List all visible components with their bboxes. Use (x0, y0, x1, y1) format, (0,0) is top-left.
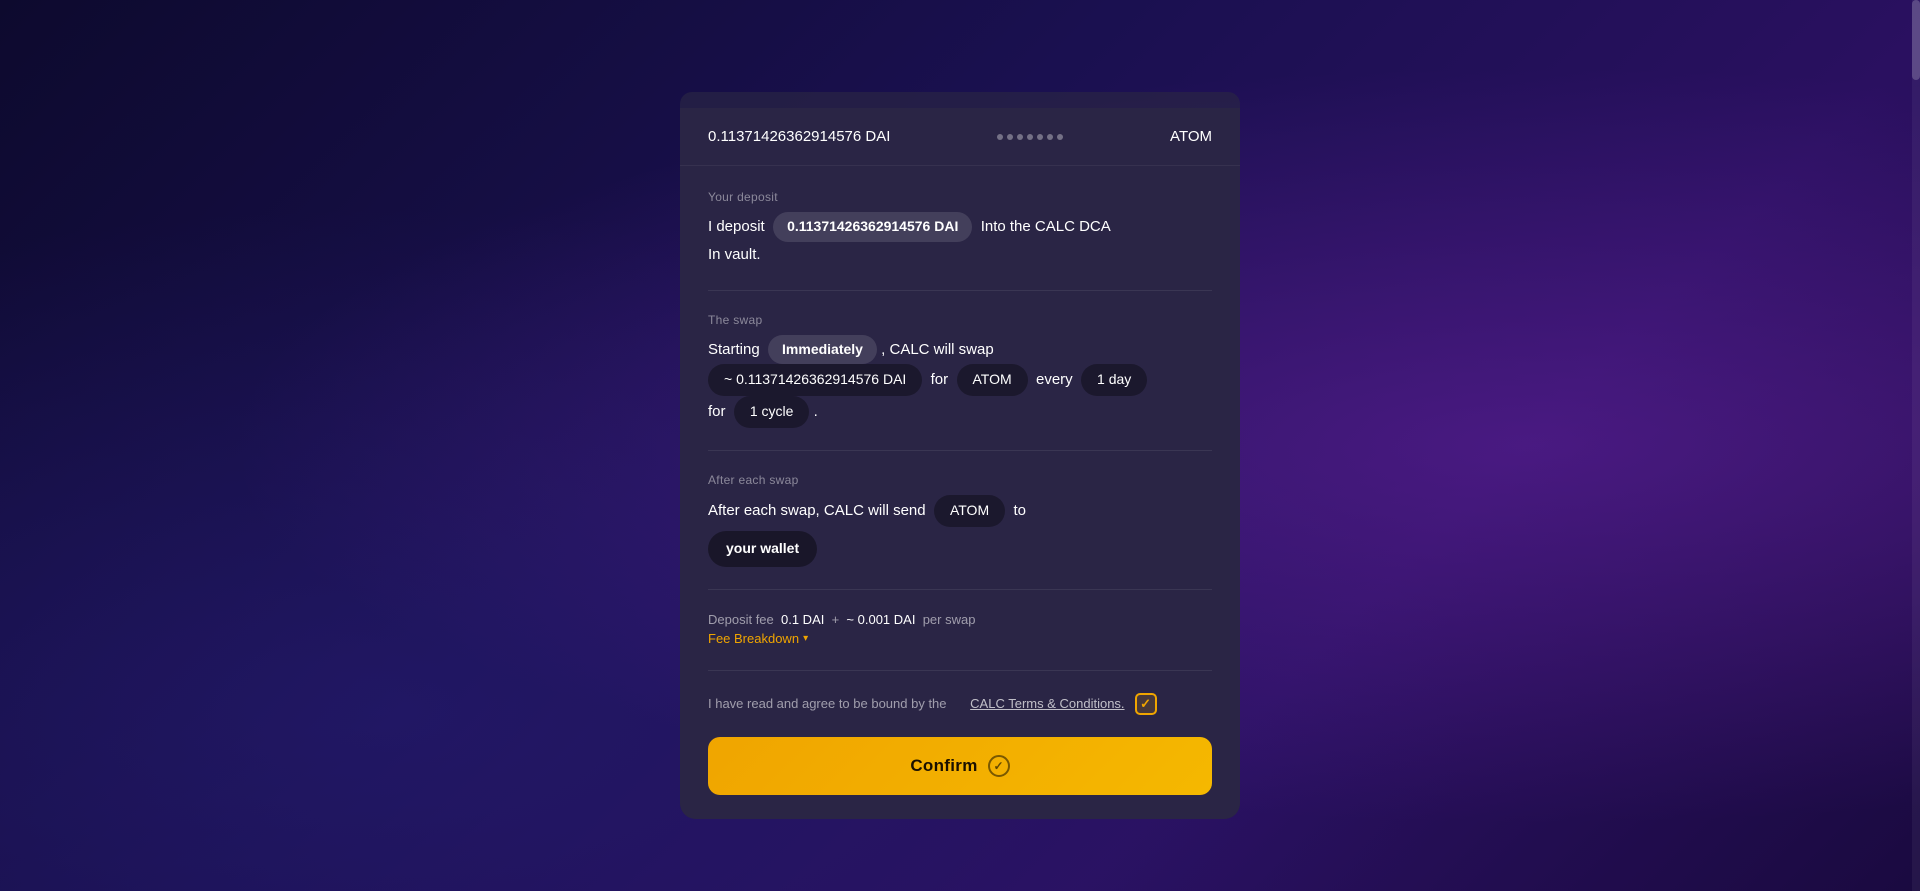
fee-breakdown-label: Fee Breakdown (708, 631, 799, 646)
deposit-middle: Into the CALC DCA (981, 218, 1111, 235)
dot-7 (1057, 134, 1063, 140)
scrollbar-thumb[interactable] (1912, 0, 1920, 80)
after-swap-content: After each swap, CALC will send ATOM to … (708, 495, 1212, 567)
confirm-circle-icon: ✓ (988, 755, 1010, 777)
deposit-amount-badge: 0.11371426362914576 DAI (773, 212, 972, 242)
dot-5 (1037, 134, 1043, 140)
confirm-label: Confirm (910, 756, 977, 776)
deposit-suffix: In vault. (708, 246, 761, 263)
checkmark-icon: ✓ (1140, 696, 1151, 712)
after-swap-section: After each swap After each swap, CALC wi… (708, 473, 1212, 567)
swap-for: for (931, 371, 949, 388)
deposit-content: I deposit 0.11371426362914576 DAI Into t… (708, 212, 1212, 267)
terms-checkbox[interactable]: ✓ (1135, 693, 1157, 715)
chevron-down-icon: ▾ (803, 633, 808, 644)
swap-token-badge: ATOM (957, 364, 1028, 396)
swap-for-suffix: for (708, 403, 726, 420)
fee-section: Deposit fee 0.1 DAI + ~ 0.001 DAI per sw… (708, 612, 1212, 648)
fee-row: Deposit fee 0.1 DAI + ~ 0.001 DAI per sw… (708, 612, 1212, 627)
confirm-button[interactable]: Confirm ✓ (708, 737, 1212, 795)
fee-suffix: per swap (923, 612, 976, 627)
modal-header: 0.11371426362914576 DAI ATOM (680, 108, 1240, 166)
header-token: ATOM (1170, 128, 1212, 145)
deposit-prefix: I deposit (708, 218, 765, 235)
terms-prefix: I have read and agree to be bound by the (708, 696, 947, 711)
swap-starting: Starting (708, 341, 760, 358)
dot-3 (1017, 134, 1023, 140)
swap-dot: . (814, 403, 818, 420)
modal-body: Your deposit I deposit 0.113714263629145… (680, 166, 1240, 818)
fee-label-prefix: Deposit fee (708, 612, 774, 627)
after-swap-token-badge: ATOM (934, 495, 1005, 527)
dot-6 (1047, 134, 1053, 140)
swap-section: The swap Starting Immediately , CALC wil… (708, 313, 1212, 428)
swap-content: Starting Immediately , CALC will swap ~ … (708, 335, 1212, 428)
modal-card: 0.11371426362914576 DAI ATOM Your deposi… (680, 108, 1240, 818)
after-swap-destination-badge: your wallet (708, 531, 817, 567)
fee-amount-2: ~ 0.001 DAI (846, 612, 915, 627)
swap-timing-badge: Immediately (768, 335, 877, 365)
swap-label: The swap (708, 313, 1212, 327)
dot-4 (1027, 134, 1033, 140)
fee-amount-1: 0.1 DAI (781, 612, 824, 627)
deposit-section: Your deposit I deposit 0.113714263629145… (708, 190, 1212, 267)
fee-connector: + (832, 612, 840, 627)
swap-amount-badge: ~ 0.11371426362914576 DAI (708, 364, 922, 396)
modal-top-bar (680, 92, 1240, 108)
dot-1 (997, 134, 1003, 140)
divider-1 (708, 290, 1212, 291)
after-swap-suffix: to (1013, 502, 1026, 519)
fee-breakdown-toggle[interactable]: Fee Breakdown ▾ (708, 631, 808, 646)
swap-timing-suffix: , CALC will swap (881, 341, 994, 358)
dot-2 (1007, 134, 1013, 140)
swap-every: every (1036, 371, 1073, 388)
modal-wrapper: 0.11371426362914576 DAI ATOM Your deposi… (680, 92, 1240, 818)
header-amount: 0.11371426362914576 DAI (708, 128, 890, 145)
terms-row: I have read and agree to be bound by the… (708, 693, 1212, 715)
divider-3 (708, 589, 1212, 590)
after-swap-prefix: After each swap, CALC will send (708, 502, 926, 519)
terms-link[interactable]: CALC Terms & Conditions. (970, 696, 1124, 711)
divider-2 (708, 450, 1212, 451)
swap-frequency-badge: 1 day (1081, 364, 1147, 396)
deposit-label: Your deposit (708, 190, 1212, 204)
header-dots (997, 134, 1063, 140)
divider-4 (708, 670, 1212, 671)
after-swap-label: After each swap (708, 473, 1212, 487)
scrollbar-track (1912, 0, 1920, 891)
swap-cycle-badge: 1 cycle (734, 396, 810, 428)
